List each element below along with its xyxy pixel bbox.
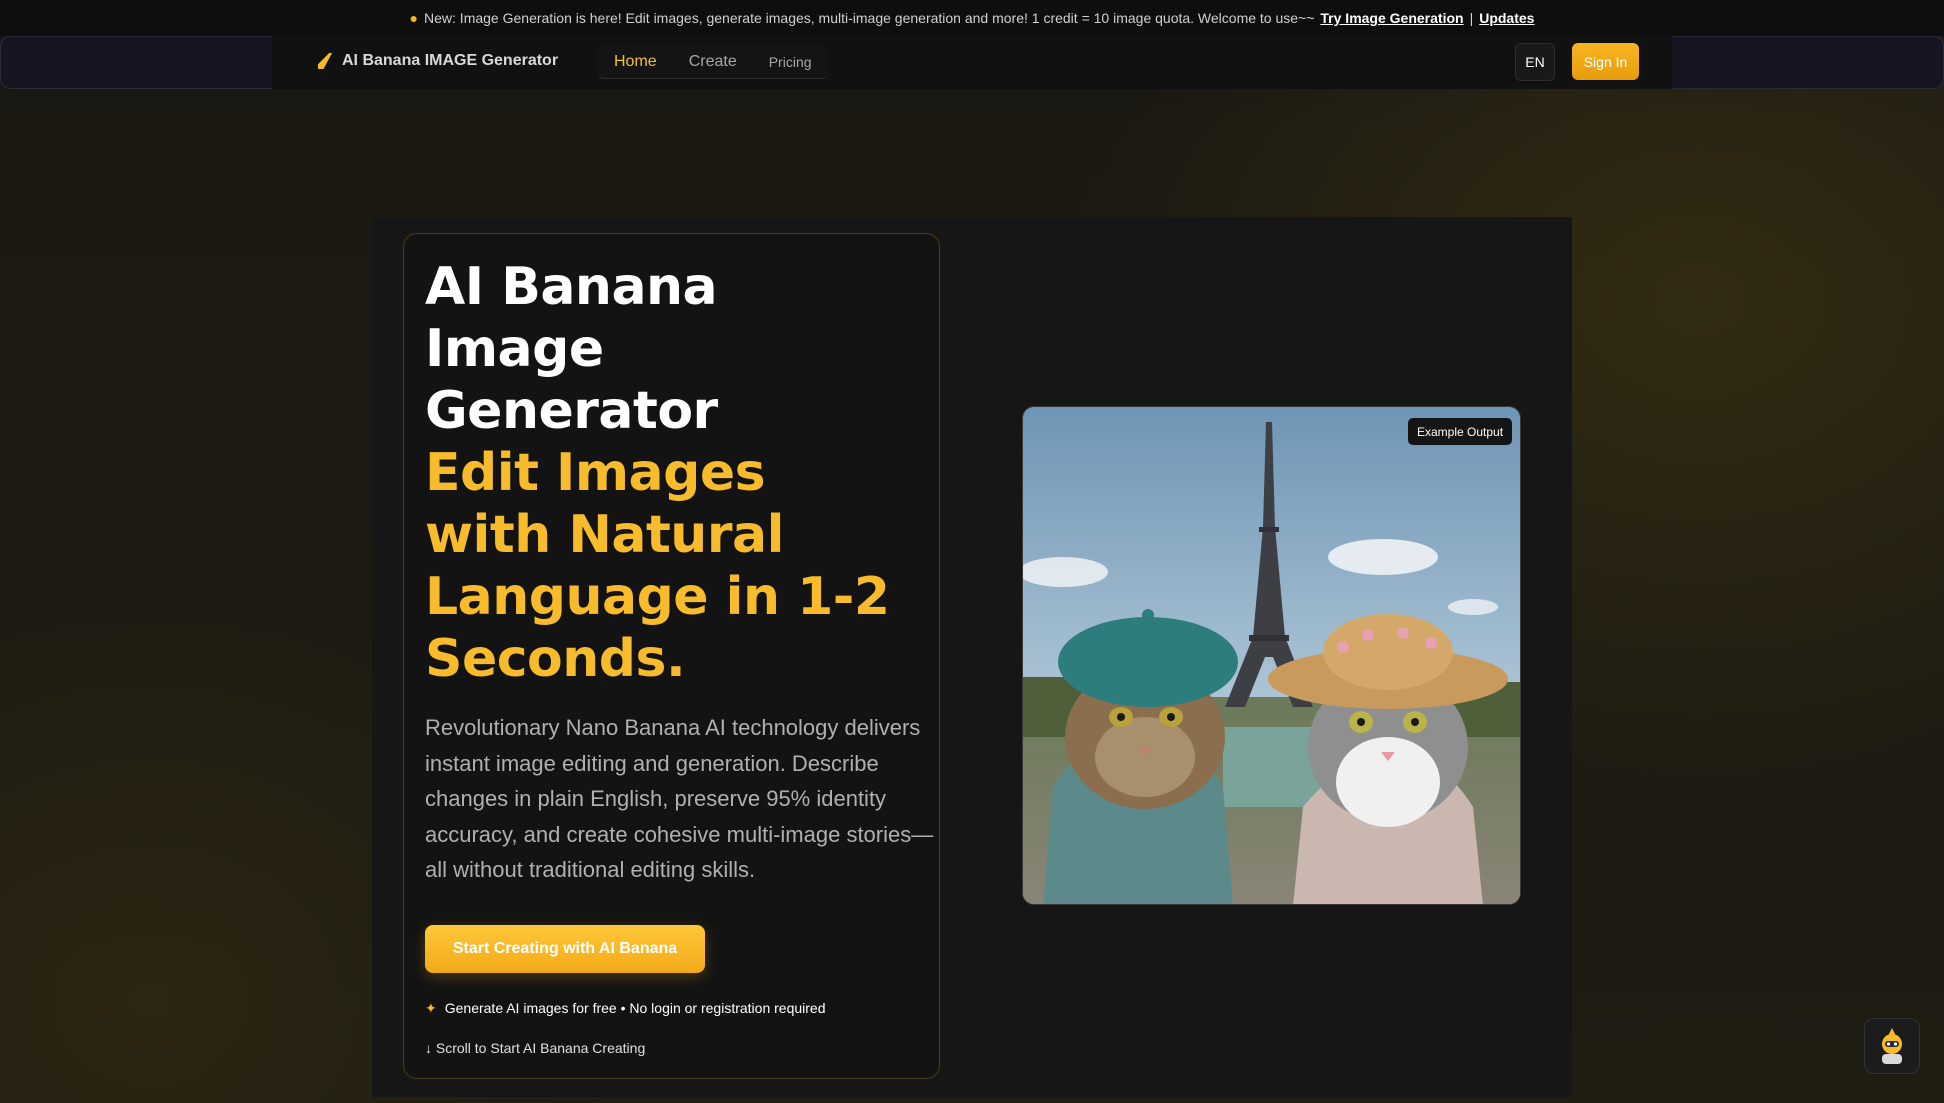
start-creating-button[interactable]: Start Creating with AI Banana [425,925,705,973]
updates-link[interactable]: Updates [1479,10,1534,26]
hero-description: Revolutionary Nano Banana AI technology … [425,715,934,882]
announcement-separator: | [1469,10,1474,26]
nav-links: Home Create Pricing [598,45,828,79]
brand-name: AI Banana IMAGE Generator [342,52,559,69]
free-note: ✦ Generate AI images for free • No login… [425,997,826,1019]
hero-subtitle-line: Language in 1-2 [425,567,890,627]
hero-title-line: Image [425,319,604,379]
sparkle-icon: ✦ [425,999,437,1016]
hero-subtitle-line: with Natural [425,505,784,565]
cats-eiffel-illustration [1023,407,1520,904]
hero-subtitle-line: Seconds. [425,629,686,689]
example-output-badge: Example Output [1408,418,1513,445]
nav-link-home[interactable]: Home [598,53,673,71]
nav-link-create[interactable]: Create [673,53,753,71]
free-note-text: Generate AI images for free • No login o… [444,1000,826,1016]
scroll-hint[interactable]: ↓ Scroll to Start AI Banana Creating [425,1037,645,1059]
example-output-image [1022,406,1521,905]
banana-emoji-icon: ● [409,10,419,26]
language-button[interactable]: EN [1515,43,1555,81]
hero-title-line: AI Banana [425,257,718,317]
nav-link-pricing[interactable]: Pricing [753,54,828,70]
hero-subtitle-line: Edit Images [425,443,766,503]
brand-logo[interactable]: AI Banana IMAGE Generator [318,50,558,72]
sign-in-button[interactable]: Sign In [1572,43,1639,80]
banana-logo-icon [318,53,332,69]
hero-title: AI Banana Image Generator Edit Images wi… [425,256,935,690]
scroll-hint-text: ↓ Scroll to Start AI Banana Creating [425,1040,646,1056]
chat-bot-button[interactable] [1864,1018,1920,1074]
hero-title-line: Generator [425,381,718,441]
chat-bot-icon [1882,1028,1902,1064]
announcement-text: New: Image Generation is here! Edit imag… [424,10,1315,26]
announcement-bar: ● New: Image Generation is here! Edit im… [0,0,1944,36]
try-image-generation-link[interactable]: Try Image Generation [1320,10,1463,26]
